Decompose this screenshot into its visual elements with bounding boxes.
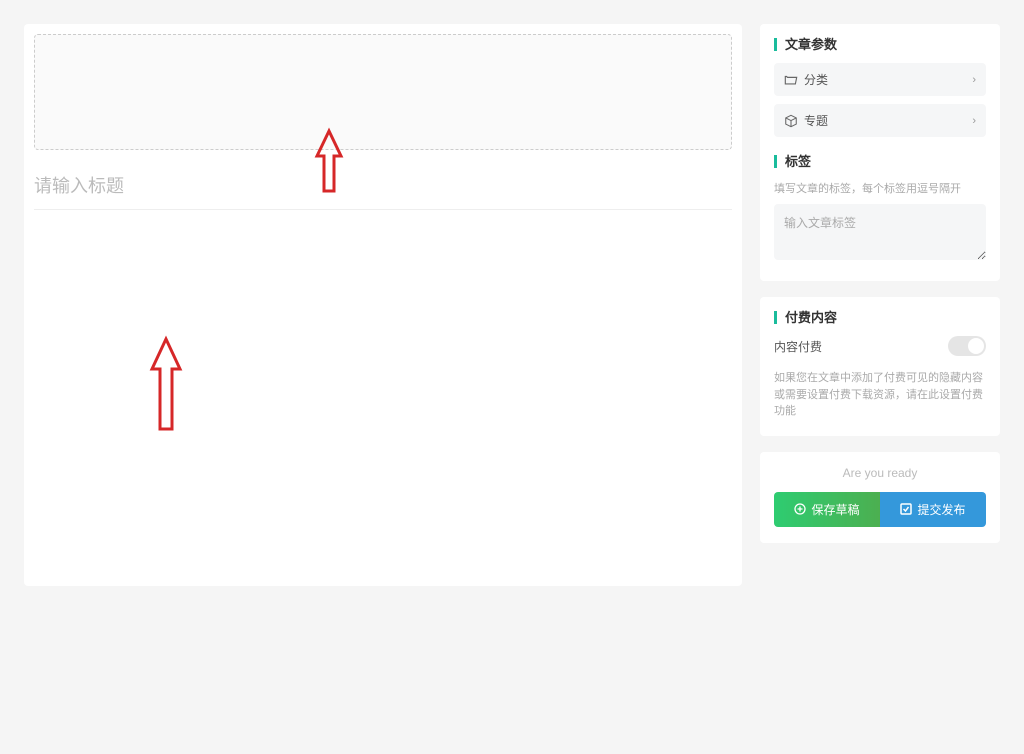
paid-content-card: 付费内容 内容付费 如果您在文章中添加了付费可见的隐藏内容或需要设置付费下载资源…	[760, 297, 1000, 436]
check-icon	[900, 503, 912, 515]
editor-panel	[24, 24, 742, 586]
paid-hint: 如果您在文章中添加了付费可见的隐藏内容或需要设置付费下载资源，请在此设置付费功能	[774, 370, 986, 420]
publish-button[interactable]: 提交发布	[880, 492, 986, 527]
media-dropzone[interactable]	[34, 34, 732, 150]
tags-hint: 填写文章的标签，每个标签用逗号隔开	[774, 180, 986, 196]
annotation-arrow-up	[309, 126, 349, 196]
save-button-label: 保存草稿	[811, 501, 859, 518]
title-input[interactable]	[34, 170, 732, 210]
content-editor[interactable]	[34, 210, 732, 560]
annotation-arrow-up	[146, 334, 186, 434]
category-select[interactable]: 分类 ›	[774, 63, 986, 96]
category-label: 分类	[804, 71, 828, 88]
circle-plus-icon	[794, 503, 806, 515]
article-params-card: 文章参数 分类 › 专题	[760, 24, 1000, 281]
chevron-right-icon: ›	[972, 115, 976, 127]
paid-toggle-label: 内容付费	[774, 338, 822, 355]
topic-select[interactable]: 专题 ›	[774, 104, 986, 137]
section-title-params: 文章参数	[774, 38, 986, 51]
chevron-right-icon: ›	[972, 74, 976, 86]
sidebar: 文章参数 分类 › 专题	[760, 24, 1000, 730]
publish-button-label: 提交发布	[917, 501, 965, 518]
tags-input[interactable]	[774, 204, 986, 260]
folder-icon	[784, 73, 798, 87]
section-title-paid: 付费内容	[774, 311, 986, 324]
cube-icon	[784, 114, 798, 128]
topic-label: 专题	[804, 112, 828, 129]
section-title-tags: 标签	[774, 155, 986, 168]
paid-toggle[interactable]	[948, 336, 986, 356]
save-draft-button[interactable]: 保存草稿	[774, 492, 880, 527]
toggle-knob	[968, 338, 984, 354]
actions-card: Are you ready 保存草稿 提交发布	[760, 452, 1000, 543]
ready-text: Are you ready	[774, 466, 986, 480]
